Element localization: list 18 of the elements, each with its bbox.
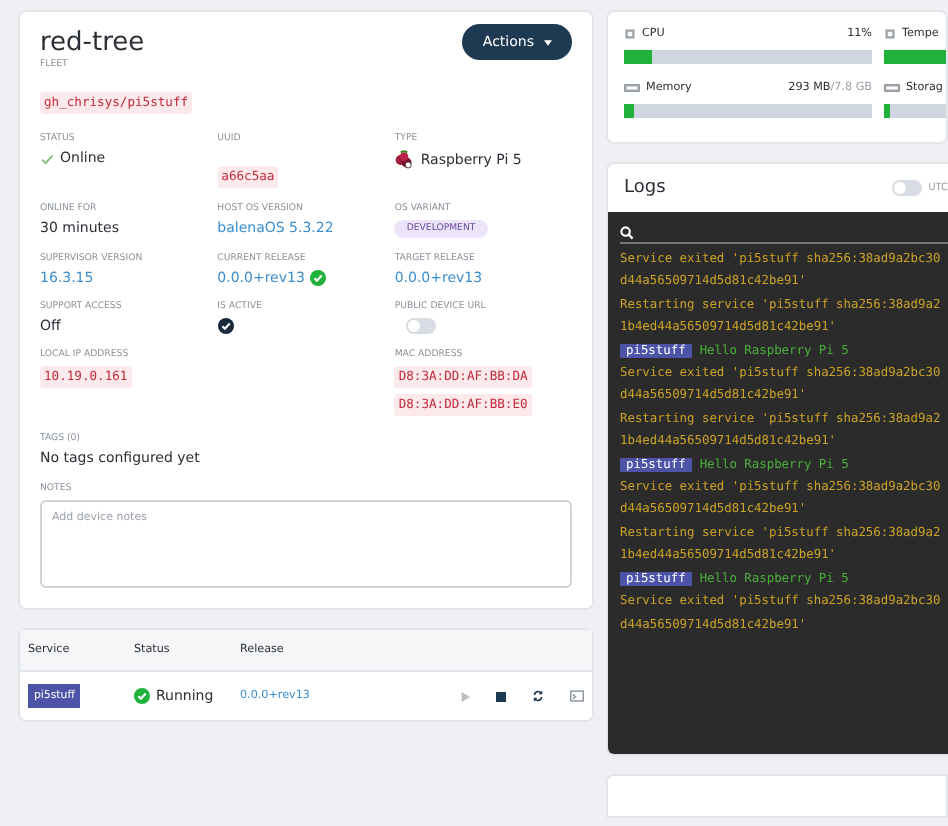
utc-toggle[interactable] [892, 180, 923, 196]
restart-icon[interactable] [532, 690, 544, 702]
stop-icon[interactable] [496, 691, 506, 701]
caret-icon [544, 39, 552, 45]
search-icon[interactable] [620, 225, 634, 239]
device-name: red-tree [40, 27, 145, 57]
terminal-icon[interactable] [570, 690, 584, 702]
logs-title: Logs [624, 178, 666, 198]
chip-icon [624, 28, 636, 40]
toggle-switch[interactable] [406, 318, 437, 334]
check-icon [40, 151, 54, 165]
chip-icon [884, 28, 896, 40]
play-icon[interactable] [460, 691, 470, 701]
success-check-icon [310, 270, 327, 286]
memory-icon [624, 82, 640, 94]
raspberry-icon [394, 150, 415, 170]
memory-icon [884, 82, 900, 94]
running-check-icon [134, 688, 150, 704]
